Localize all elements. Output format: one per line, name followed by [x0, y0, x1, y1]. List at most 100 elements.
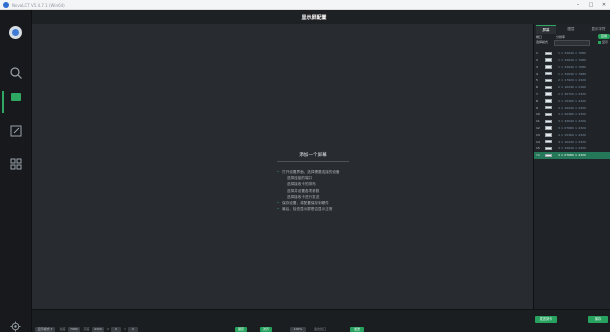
list-item[interactable]: 5 2 × 17920 × 4320: [534, 77, 610, 84]
resolution-select[interactable]: [554, 40, 590, 46]
screen-thumb-icon: [545, 85, 552, 89]
screen-thumb-icon: [545, 119, 552, 123]
minimize-button[interactable]: –: [574, 2, 582, 9]
list-item[interactable]: 2 1 × 32640 × 7680: [534, 57, 610, 64]
list-item-number: 16: [536, 153, 540, 158]
screen-thumb-icon: [545, 133, 552, 137]
list-item-number: 8: [536, 98, 538, 103]
list-item[interactable]: 9 3 × 10240 × 4320: [534, 104, 610, 111]
list-item[interactable]: 14 4 × 10240 × 4320: [534, 138, 610, 145]
list-item[interactable]: 4 1 × 32640 × 7680: [534, 70, 610, 77]
list-item-number: 3: [536, 64, 538, 69]
grid-icon[interactable]: [7, 155, 24, 172]
list-item-resolution: 4 × 15360 × 4320: [558, 132, 586, 137]
screen-canvas[interactable]: 添加一个屏幕 • 打开设置界面，选择需要连接的设备 选择连接的端口 选择接收卡的排布选…: [32, 24, 533, 309]
maximize-button[interactable]: □: [587, 2, 595, 9]
tab-screen[interactable]: 屏幕: [536, 25, 556, 34]
window-titlebar: NovaLCT V5.4.7.1 (Win64) – □ ✕: [0, 0, 610, 10]
show-checkbox[interactable]: [598, 41, 601, 44]
screen-thumb-icon: [545, 65, 552, 69]
list-item[interactable]: 11 3 × 32640 × 4320: [534, 118, 610, 125]
list-item[interactable]: 13 4 × 15360 × 4320: [534, 132, 610, 139]
screen-thumb-icon: [545, 146, 552, 151]
bottom-control: X: [106, 327, 110, 331]
settings-gear-icon[interactable]: [10, 321, 21, 332]
list-item-resolution: 4 × 10240 × 4320: [558, 139, 586, 144]
screen-list: 1 1 × 32640 × 7680 2 1 × 32640 × 7680 3 1 × 3…: [534, 50, 610, 159]
list-item[interactable]: 10 3 × 20480 × 4320: [534, 111, 610, 118]
step-bullet-icon: •: [277, 170, 280, 174]
list-item[interactable]: 12 3 × 07680 × 4320: [534, 125, 610, 132]
list-item-number: 13: [536, 132, 540, 137]
step-text: 选择接收卡进行发送: [287, 194, 320, 199]
list-item-resolution: 1 × 32640 × 7680: [558, 57, 586, 62]
list-item-number: 2: [536, 57, 538, 62]
bottom-control: 宽度: [59, 327, 66, 331]
send-to-card-button[interactable]: 发送到卡: [535, 316, 557, 323]
screen-icon[interactable]: [7, 88, 24, 105]
app-logo-icon[interactable]: [9, 26, 22, 39]
port-label: 端口: [536, 35, 543, 39]
show-checkbox-label: 显示: [602, 40, 609, 44]
step-text: 保存设置，将配置保存到硬件: [282, 201, 329, 206]
list-item-number: 5: [536, 78, 538, 83]
bottom-control[interactable]: 4320: [92, 327, 104, 332]
list-item-resolution: 1 × 32640 × 7680: [558, 64, 586, 69]
screen-thumb-icon: [545, 105, 552, 110]
step-text: 选择连接的端口: [287, 176, 313, 181]
list-item-number: 4: [536, 71, 538, 76]
bottom-control[interactable]: 锁定: [235, 327, 247, 332]
screen-thumb-icon: [545, 78, 552, 83]
step-text: 打开设置界面，选择需要连接的设备: [282, 170, 340, 174]
page-title: 显示屏配置: [301, 15, 327, 21]
list-item-number: 14: [536, 139, 540, 144]
screen-thumb-icon: [545, 99, 552, 103]
list-item[interactable]: 16 4 × 07680 × 4320: [534, 151, 610, 159]
app-icon: [3, 2, 9, 8]
select-mode-label: 选择模式: [536, 40, 549, 44]
tab-layer[interactable]: 图层: [560, 25, 582, 34]
close-button[interactable]: ✕: [600, 2, 608, 9]
step-text: 选择并设置各项参数: [287, 188, 320, 193]
step-bullet-icon: •: [277, 201, 280, 206]
bottom-control[interactable]: 发送: [350, 327, 364, 332]
bottom-control: Y: [124, 327, 126, 331]
list-item-resolution: 1 × 32640 × 7680: [558, 71, 586, 76]
bottom-control[interactable]: 0: [128, 327, 138, 332]
list-item-resolution: 2 × 17920 × 4320: [558, 78, 586, 83]
bottom-control[interactable]: 对齐: [260, 327, 272, 332]
bottom-control: 高度: [83, 327, 90, 331]
step-text: 选择接收卡的排布: [287, 182, 316, 187]
sidebar: [0, 10, 32, 332]
bottom-toolbar: 显示模式 ▾ 宽度 7680 高度 4320 X 0 Y 0 锁定 对齐 100% 适合窗口 发送: [32, 309, 610, 332]
list-item[interactable]: 3 1 × 32640 × 7680: [534, 64, 610, 71]
bottom-control[interactable]: 100%: [290, 327, 306, 332]
list-item[interactable]: 15 4 × 32640 × 4320: [534, 145, 610, 152]
screen-thumb-icon: [545, 112, 552, 117]
search-icon[interactable]: [7, 64, 24, 81]
screen-thumb-icon: [545, 51, 552, 55]
list-item-resolution: 4 × 32640 × 4320: [558, 146, 586, 151]
bottom-control[interactable]: 7680: [68, 327, 80, 332]
save-button[interactable]: 保存: [588, 316, 608, 323]
list-item-resolution: 3 × 32640 × 4320: [558, 119, 586, 124]
apply-button[interactable]: 应用: [598, 34, 610, 39]
bottom-control[interactable]: 显示模式 ▾: [35, 327, 55, 332]
screen-thumb-icon: [545, 58, 552, 62]
screen-list-panel: 屏幕 图层 显示字符 端口 分辨率 选择模式 应用 显示 1 1 × 32640 …: [533, 24, 610, 309]
list-item-number: 1: [536, 51, 538, 56]
list-item[interactable]: 8 2 × 15360 × 4320: [534, 98, 610, 105]
getting-started-steps: 添加一个屏幕 • 打开设置界面，选择需要连接的设备 选择连接的端口 选择接收卡的排布选…: [277, 152, 387, 212]
screen-thumb-icon: [545, 92, 552, 96]
list-item-resolution: 2 × 15360 × 4320: [558, 98, 586, 103]
bottom-control: 适合窗口: [313, 327, 326, 331]
list-item[interactable]: 6 2 × 10240 × 2160: [534, 84, 610, 91]
list-item[interactable]: 7 2 × 30720 × 4320: [534, 91, 610, 98]
tab-display-text[interactable]: 显示字符: [586, 25, 610, 34]
step-text: 最后，检查显示屏是否显示正常: [282, 207, 333, 212]
bottom-control[interactable]: 0: [111, 327, 121, 332]
screen-thumb-icon: [545, 71, 552, 76]
list-item[interactable]: 1 1 × 32640 × 7680: [534, 50, 610, 57]
edit-icon[interactable]: [7, 122, 24, 139]
list-item-number: 6: [536, 85, 538, 90]
